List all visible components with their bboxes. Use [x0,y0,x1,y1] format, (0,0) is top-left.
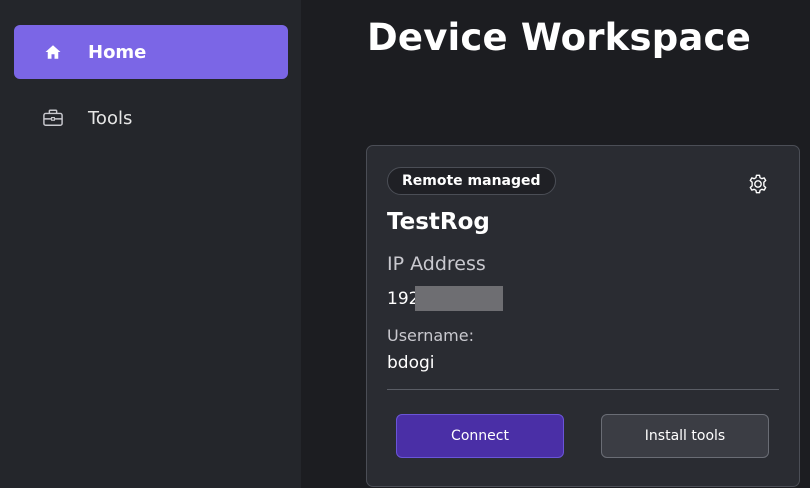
device-name: TestRog [387,209,490,235]
sidebar-item-label: Home [88,41,147,63]
ip-address-label: IP Address [387,253,486,275]
card-divider [387,389,779,390]
install-tools-button[interactable]: Install tools [601,414,769,458]
sidebar-item-label: Tools [88,107,133,129]
home-icon [42,41,64,63]
ip-address-value: 192 [387,286,503,311]
ip-address-visible-part: 192 [387,288,415,309]
redaction-block [415,286,503,311]
toolbox-icon [42,107,64,129]
username-value: bdogi [387,353,435,373]
app-window: Home Tools Device Workspace Remote manag… [0,0,810,488]
connect-button[interactable]: Connect [396,414,564,458]
gear-icon[interactable] [747,173,771,197]
sidebar-item-home[interactable]: Home [14,25,288,79]
username-label: Username: [387,326,474,345]
sidebar: Home Tools [0,0,301,488]
status-badge: Remote managed [387,167,556,195]
sidebar-item-tools[interactable]: Tools [14,91,288,145]
page-title: Device Workspace [367,16,751,59]
main-content: Device Workspace Remote managed TestRog … [301,0,810,488]
device-card: Remote managed TestRog IP Address 192 Us… [366,145,800,487]
